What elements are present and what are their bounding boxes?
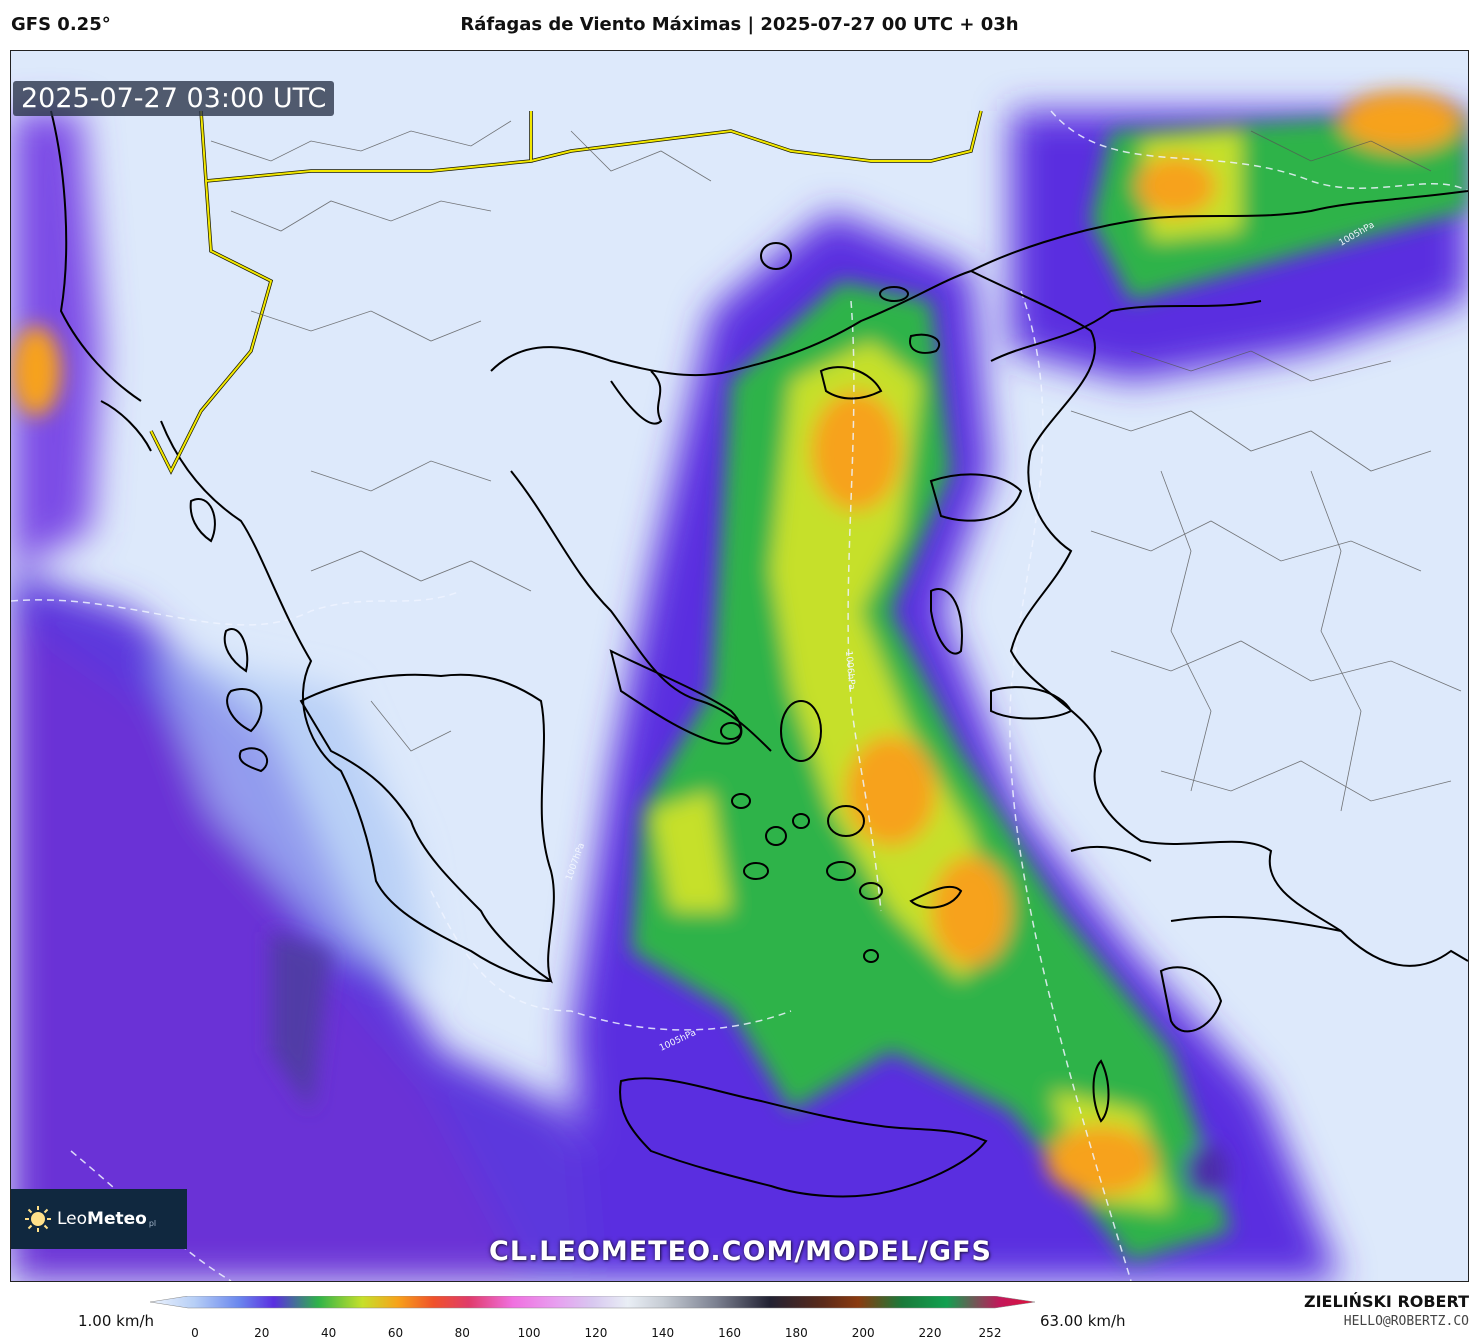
colorbar-tick-label: 120 <box>584 1326 608 1340</box>
colorbar-tick-label: 60 <box>387 1326 404 1340</box>
colorbar <box>150 1296 1035 1309</box>
colorbar-tick-label: 20 <box>254 1326 270 1340</box>
colorbar-tick-label: 0 <box>191 1326 199 1340</box>
timestamp-badge: 2025-07-27 03:00 UTC <box>13 81 335 116</box>
legend-footer: 1.00 km/h 63.00 km/h 0 20 40 60 80 100 1… <box>0 1284 1479 1340</box>
colorbar-tick-label: 100 <box>517 1326 541 1340</box>
map-canvas[interactable]: 1007hPa1005hPa1006hPa1005hPa1007hPa 2025… <box>10 50 1469 1282</box>
wind-gust-field: 1007hPa1005hPa1006hPa1005hPa1007hPa <box>11 51 1468 1281</box>
source-url-watermark: CL.LEOMETEO.COM/MODEL/GFS <box>489 1236 992 1267</box>
colorbar-tick-label: 252 <box>978 1326 1002 1340</box>
colorbar-tick-label: 180 <box>784 1326 808 1340</box>
author-email[interactable]: HELLO@ROBERTZ.CO <box>1344 1314 1469 1329</box>
logo-text: LeoMeteo <box>57 1209 147 1229</box>
colorbar-tick-label: 140 <box>651 1326 675 1340</box>
logo-text-bold: Meteo <box>87 1209 147 1229</box>
logo-text-light: Leo <box>57 1209 88 1229</box>
scale-max-label: 63.00 km/h <box>1040 1312 1126 1330</box>
colorbar-tick-label: 200 <box>851 1326 875 1340</box>
author-name: ZIELIŃSKI ROBERT <box>1303 1292 1469 1311</box>
scale-min-label: 1.00 km/h <box>78 1312 155 1330</box>
map-title: Ráfagas de Viento Máximas | 2025-07-27 0… <box>460 14 1019 35</box>
colorbar-tick-label: 160 <box>718 1326 741 1340</box>
colorbar-tick-label: 40 <box>320 1326 337 1340</box>
logo-suffix: pl <box>148 1218 157 1228</box>
colorbar-tick-label: 80 <box>454 1326 470 1340</box>
sun-icon <box>25 1206 51 1232</box>
header: GFS 0.25° Ráfagas de Viento Máximas | 20… <box>0 0 1479 50</box>
colorbar-tick-label: 220 <box>918 1326 942 1340</box>
